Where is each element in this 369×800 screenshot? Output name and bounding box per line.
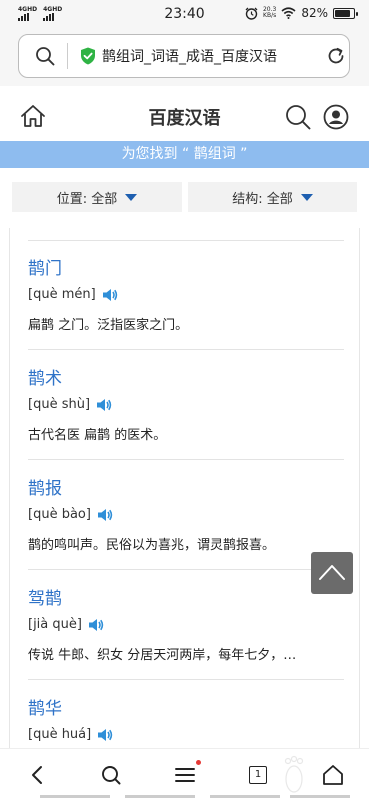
url-text[interactable]: 鹊组词_词语_成语_百度汉语 bbox=[102, 46, 318, 66]
gesture-indicator bbox=[290, 795, 350, 798]
pinyin-row: [què huá] bbox=[28, 727, 344, 742]
speaker-icon[interactable] bbox=[96, 398, 112, 412]
site-header: 百度汉语 bbox=[0, 88, 369, 142]
word-link[interactable]: 驾鹊 bbox=[28, 584, 344, 609]
home-icon[interactable] bbox=[321, 763, 345, 787]
tabs-button[interactable]: 1 bbox=[249, 766, 267, 784]
divider bbox=[67, 43, 68, 69]
network-speed: 20.3 KB/s bbox=[263, 7, 276, 19]
pinyin-text: [què mén] bbox=[28, 287, 96, 302]
pinyin-text: [què bào] bbox=[28, 507, 91, 522]
filter-bar: 位置: 全部 结构: 全部 bbox=[0, 168, 369, 226]
speed-unit: KB/s bbox=[263, 12, 277, 19]
divider bbox=[28, 569, 344, 570]
divider bbox=[28, 240, 344, 241]
speaker-icon[interactable] bbox=[102, 288, 118, 302]
divider bbox=[28, 349, 344, 350]
definition: 鹊的鸣叫声。民俗以为喜兆，谓灵鹊报喜。 bbox=[28, 538, 276, 553]
search-icon[interactable] bbox=[285, 104, 311, 130]
pinyin-row: [què mén] bbox=[28, 287, 344, 302]
gesture-indicator bbox=[210, 795, 280, 798]
pinyin-text: [què shù] bbox=[28, 397, 91, 412]
status-bar: 4GHD 4GHD 23:40 20.3 KB/s 82% bbox=[0, 0, 369, 30]
definition: 传说 牛郎、织女 分居天河两岸，每年七夕，… bbox=[28, 648, 297, 663]
position-filter[interactable]: 位置: 全部 bbox=[12, 182, 182, 212]
browser-toolbar: 鹊组词_词语_成语_百度汉语 bbox=[0, 30, 369, 86]
structure-filter-label: 结构: 全部 bbox=[232, 191, 293, 207]
word-link[interactable]: 鹊术 bbox=[28, 364, 344, 389]
pinyin-text: [jià què] bbox=[28, 617, 82, 632]
notification-dot bbox=[196, 760, 201, 765]
pinyin-row: [què shù] bbox=[28, 397, 344, 412]
position-filter-label: 位置: 全部 bbox=[56, 191, 118, 207]
battery-icon bbox=[333, 7, 358, 19]
status-right: 20.3 KB/s 82% bbox=[245, 6, 358, 20]
search-icon[interactable] bbox=[99, 763, 123, 787]
word-link[interactable]: 鹊报 bbox=[28, 474, 344, 499]
list-item[interactable]: 鹊门 [què mén] 扁鹊 之门。泛指医家之门。 bbox=[28, 254, 344, 333]
speaker-icon[interactable] bbox=[97, 728, 113, 742]
speaker-icon[interactable] bbox=[88, 618, 104, 632]
list-item[interactable]: 驾鹊 [jià què] 传说 牛郎、织女 分居天河两岸，每年七夕，… bbox=[28, 584, 344, 663]
definition: 古代名医 扁鹊 的医术。 bbox=[28, 428, 167, 443]
list-item[interactable]: 鹊华 [què huá] bbox=[28, 694, 344, 742]
pinyin-text: [què huá] bbox=[28, 727, 92, 742]
battery-percent: 82% bbox=[301, 6, 328, 20]
result-banner: 为您找到 “ 鹊组词 ” bbox=[0, 141, 369, 168]
back-icon[interactable] bbox=[26, 763, 50, 787]
pinyin-row: [jià què] bbox=[28, 617, 344, 632]
search-icon[interactable] bbox=[35, 46, 55, 66]
speaker-icon[interactable] bbox=[97, 508, 113, 522]
menu-icon[interactable] bbox=[173, 763, 197, 787]
divider bbox=[28, 679, 344, 680]
back-to-top-button[interactable] bbox=[311, 552, 353, 594]
chevron-up-icon bbox=[319, 565, 345, 580]
alarm-icon bbox=[245, 7, 258, 20]
user-avatar-icon[interactable] bbox=[323, 104, 349, 130]
footprint-watermark-icon bbox=[284, 755, 304, 793]
shield-check-icon bbox=[81, 47, 95, 65]
results-list[interactable]: 鹊门 [què mén] 扁鹊 之门。泛指医家之门。 鹊术 [què shù] … bbox=[9, 228, 360, 748]
word-link[interactable]: 鹊华 bbox=[28, 694, 344, 719]
divider bbox=[28, 459, 344, 460]
definition: 扁鹊 之门。泛指医家之门。 bbox=[28, 318, 189, 333]
structure-filter[interactable]: 结构: 全部 bbox=[188, 182, 357, 212]
caret-down-icon bbox=[125, 193, 138, 201]
wifi-icon bbox=[281, 7, 296, 19]
address-bar[interactable]: 鹊组词_词语_成语_百度汉语 bbox=[18, 34, 350, 78]
list-item[interactable]: 鹊报 [què bào] 鹊的鸣叫声。民俗以为喜兆，谓灵鹊报喜。 bbox=[28, 474, 344, 553]
browser-bottom-nav: 1 bbox=[0, 748, 369, 800]
word-link[interactable]: 鹊门 bbox=[28, 254, 344, 279]
reload-icon[interactable] bbox=[326, 46, 346, 66]
pinyin-row: [què bào] bbox=[28, 507, 344, 522]
list-item[interactable]: 鹊术 [què shù] 古代名医 扁鹊 的医术。 bbox=[28, 364, 344, 443]
gesture-indicator bbox=[40, 795, 110, 798]
gesture-indicator bbox=[125, 795, 195, 798]
page-title: 百度汉语 bbox=[148, 108, 221, 129]
caret-down-icon bbox=[300, 193, 313, 201]
